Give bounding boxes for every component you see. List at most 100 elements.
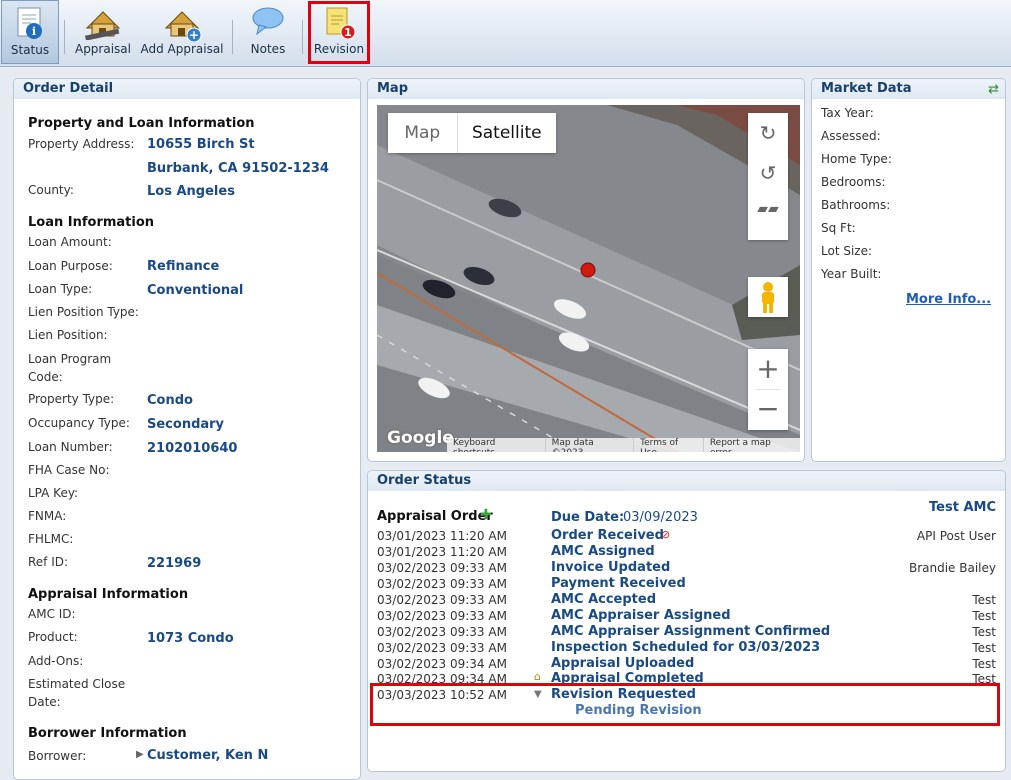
event-user: Test (972, 609, 996, 623)
svg-text:+: + (189, 28, 199, 42)
loan-type-label: Loan Type: (28, 282, 93, 296)
event-date: 03/02/2023 09:33 AM (377, 561, 507, 575)
bathrooms-label: Bathrooms: (821, 198, 891, 212)
loan-program-code-label: Code: (28, 370, 63, 384)
borrower-value[interactable]: Customer, Ken N (147, 748, 268, 763)
order-detail-panel: Order Detail Property and Loan Informati… (13, 78, 361, 780)
event-date: 03/02/2023 09:33 AM (377, 593, 507, 607)
toolbar-add-appraisal-button[interactable]: + Add Appraisal (140, 0, 224, 64)
zoom-out-button[interactable]: − (748, 391, 788, 427)
lien-position-label: Lien Position: (28, 328, 108, 342)
due-date-label: Due Date: (551, 510, 625, 525)
toolbar-status-button[interactable]: i Status (1, 0, 59, 64)
map-type-satellite-button[interactable]: Satellite (456, 113, 556, 153)
addons-label: Add-Ons: (28, 654, 84, 668)
report-error-link[interactable]: Report a map error (702, 438, 800, 452)
refresh-icon[interactable]: ⇄ (988, 82, 999, 97)
toolbar-appraisal-label: Appraisal (74, 42, 131, 56)
tilt-icon[interactable]: ▰▰ (748, 201, 788, 217)
zoom-in-button[interactable]: + (748, 351, 788, 387)
order-status-panel: Order Status Test AMC Appraisal Order ✚ … (367, 470, 1006, 772)
bedrooms-label: Bedrooms: (821, 175, 886, 189)
product-label: Product: (28, 630, 78, 644)
vendor-name: Test AMC (929, 500, 996, 515)
market-data-panel: Market Data ⇄ Tax Year: Assessed: Home T… (811, 78, 1006, 462)
toolbar-notes-button[interactable]: Notes (240, 0, 296, 64)
keyboard-shortcuts-link[interactable]: Keyboard shortcuts (447, 438, 545, 452)
svg-text:i: i (32, 25, 36, 38)
county-label: County: (28, 183, 74, 197)
toolbar-divider (64, 20, 65, 54)
event-name: Payment Received (551, 576, 686, 591)
event-user: API Post User (916, 529, 996, 543)
event-date: 03/02/2023 09:33 AM (377, 625, 507, 639)
map-type-map-button[interactable]: Map (388, 113, 457, 153)
rotate-ccw-icon[interactable]: ↺ (748, 161, 788, 185)
market-data-title: Market Data (812, 79, 1005, 99)
property-type-value: Condo (147, 393, 193, 408)
property-address-line1: 10655 Birch St (147, 137, 255, 152)
event-date: 03/02/2023 09:33 AM (377, 609, 507, 623)
product-value: 1073 Condo (147, 631, 234, 646)
loan-type-value: Conventional (147, 283, 244, 298)
lpa-key-label: LPA Key: (28, 486, 79, 500)
due-date-value: 03/09/2023 (623, 510, 698, 525)
section-property-loan: Property and Loan Information (28, 116, 255, 131)
add-icon[interactable]: ✚ (480, 507, 492, 523)
order-status-title: Order Status (368, 471, 1005, 491)
map-type-toggle: Map Satellite (388, 113, 556, 153)
event-user: Test (972, 657, 996, 671)
ref-id-value: 221969 (147, 556, 202, 571)
toolbar-add-appraisal-label: Add Appraisal (140, 42, 224, 56)
loan-purpose-value: Refinance (147, 259, 220, 274)
rotate-cw-icon[interactable]: ↻ (748, 121, 788, 145)
revision-highlight (308, 1, 370, 64)
order-detail-title: Order Detail (14, 79, 360, 99)
map-data-text: Map data ©2023 (544, 438, 634, 452)
event-name: AMC Assigned (551, 544, 655, 559)
map-rotate-controls: ↻ ↺ ▰▰ (748, 113, 788, 240)
event-name: Order Received (551, 528, 664, 543)
map-panel: Map Map Satellite ↻ ↺ ▰▰ + − Google Keyb… (367, 78, 805, 462)
terms-link[interactable]: Terms of Use (633, 438, 703, 452)
appraisal-icon (83, 6, 123, 43)
event-name: Invoice Updated (551, 560, 671, 575)
event-date: 03/02/2023 09:33 AM (377, 641, 507, 655)
ref-id-label: Ref ID: (28, 555, 69, 569)
house-icon: ⌂ (534, 670, 541, 683)
event-name: Appraisal Uploaded (551, 656, 695, 671)
occupancy-type-value: Secondary (147, 417, 225, 432)
map-title: Map (368, 79, 804, 99)
event-name: AMC Appraiser Assignment Confirmed (551, 624, 831, 639)
loan-purpose-label: Loan Purpose: (28, 259, 113, 273)
status-icon: i (15, 7, 45, 44)
event-date: 03/01/2023 11:20 AM (377, 545, 507, 559)
cancel-icon[interactable]: ⊘ (661, 528, 670, 541)
more-info-link[interactable]: More Info... (906, 292, 991, 307)
fhlmc-label: FHLMC: (28, 532, 74, 546)
notes-icon (251, 6, 285, 39)
est-close-label: Estimated Close (28, 677, 126, 691)
lot-size-label: Lot Size: (821, 244, 873, 258)
zoom-controls: + − (748, 349, 788, 430)
sqft-label: Sq Ft: (821, 221, 856, 235)
add-appraisal-icon: + (160, 6, 204, 45)
event-user: Test (972, 641, 996, 655)
loan-program-label: Loan Program (28, 352, 112, 366)
event-date: 03/02/2023 09:34 AM (377, 657, 507, 671)
event-name: AMC Accepted (551, 592, 656, 607)
event-user: Test (972, 593, 996, 607)
satellite-map[interactable]: Map Satellite ↻ ↺ ▰▰ + − Google Keyboard… (377, 105, 800, 452)
loan-number-label: Loan Number: (28, 440, 113, 454)
assessed-label: Assessed: (821, 129, 881, 143)
google-logo: Google (387, 428, 454, 448)
expand-triangle-icon[interactable]: ▶ (136, 749, 144, 760)
toolbar-status-label: Status (10, 43, 50, 57)
event-date: 03/02/2023 09:33 AM (377, 577, 507, 591)
occupancy-type-label: Occupancy Type: (28, 416, 130, 430)
toolbar-appraisal-button[interactable]: Appraisal (72, 0, 134, 64)
loan-number-value: 2102010640 (147, 441, 238, 456)
home-type-label: Home Type: (821, 152, 892, 166)
street-view-pegman-icon[interactable] (748, 277, 788, 317)
county-value: Los Angeles (147, 184, 235, 199)
